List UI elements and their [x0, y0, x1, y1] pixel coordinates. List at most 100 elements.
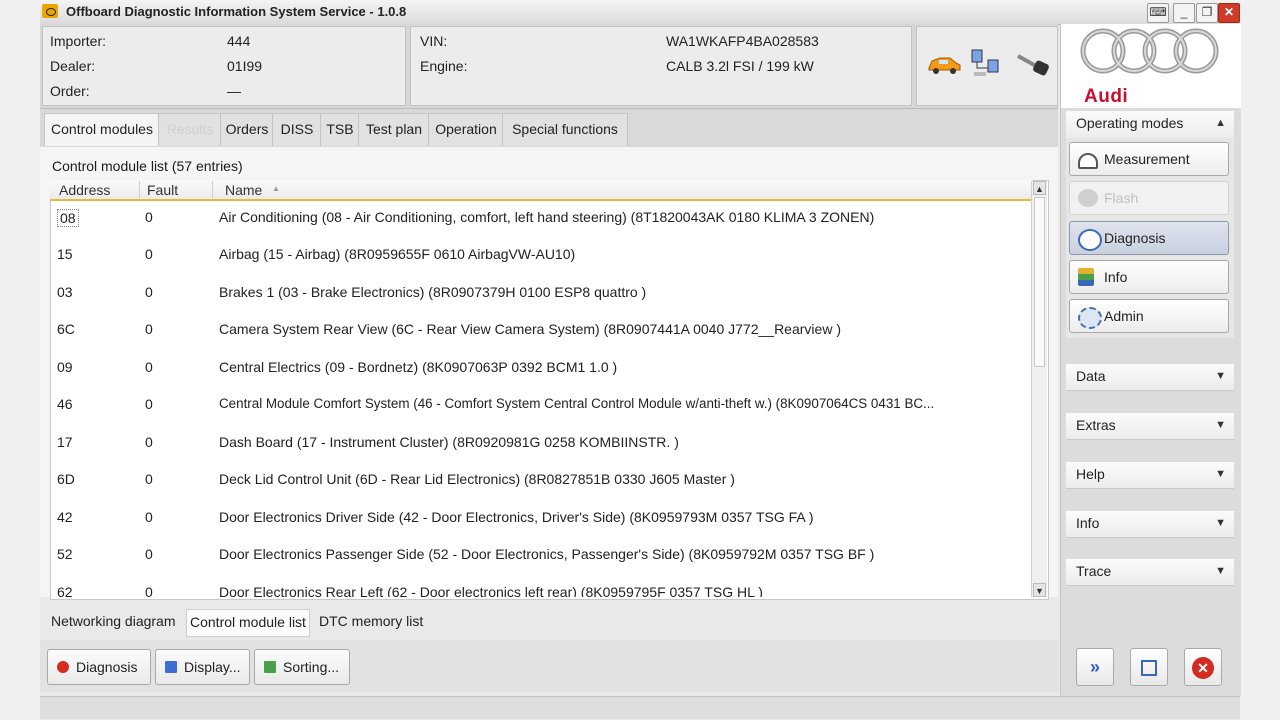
- cell-address: 52: [57, 546, 73, 562]
- minimize-button[interactable]: _: [1173, 3, 1195, 23]
- chevron-down-icon: ▼: [1215, 419, 1226, 431]
- operating-modes-header[interactable]: Operating modes ▲: [1066, 111, 1234, 139]
- scroll-down-arrow-icon[interactable]: ▼: [1033, 583, 1046, 597]
- flash-icon: [1078, 189, 1098, 207]
- stop-icon: [57, 661, 69, 673]
- diagnosis-mode-button[interactable]: Diagnosis: [1069, 221, 1229, 255]
- sorting-button[interactable]: Sorting...: [254, 649, 350, 685]
- cell-name: Deck Lid Control Unit (6D - Rear Lid Ele…: [219, 471, 735, 487]
- tab-diss[interactable]: DISS: [272, 113, 322, 146]
- column-header-address[interactable]: Address: [59, 182, 110, 198]
- section-trace[interactable]: Trace ▼: [1066, 559, 1234, 586]
- cell-fault: 0: [145, 321, 153, 337]
- maximize-button[interactable]: ❐: [1196, 3, 1218, 23]
- tab-results: Results: [158, 113, 222, 146]
- table-row[interactable]: 6D 0 Deck Lid Control Unit (6D - Rear Li…: [51, 461, 1032, 498]
- scroll-up-arrow-icon[interactable]: ▲: [1033, 181, 1046, 195]
- table-row[interactable]: 42 0 Door Electronics Driver Side (42 - …: [51, 499, 1032, 536]
- measurement-button[interactable]: Measurement: [1069, 142, 1229, 176]
- section-data[interactable]: Data ▼: [1066, 364, 1234, 391]
- table-row[interactable]: 08 0 Air Conditioning (08 - Air Conditio…: [51, 199, 1032, 236]
- table-row[interactable]: 6C 0 Camera System Rear View (6C - Rear …: [51, 311, 1032, 348]
- table-row[interactable]: 17 0 Dash Board (17 - Instrument Cluster…: [51, 424, 1032, 461]
- tab-operation[interactable]: Operation: [428, 113, 504, 146]
- screenshot-button[interactable]: [1130, 648, 1168, 686]
- cell-address: 42: [57, 509, 73, 525]
- tab-control-module-list[interactable]: Control module list: [186, 609, 310, 637]
- tab-special-functions[interactable]: Special functions: [502, 113, 628, 146]
- sort-icon: [264, 661, 276, 673]
- cell-address: 15: [57, 246, 73, 262]
- cell-address: 03: [57, 284, 73, 300]
- cell-fault: 0: [145, 471, 153, 487]
- display-button[interactable]: Display...: [155, 649, 250, 685]
- close-window-button[interactable]: ✕: [1218, 3, 1240, 23]
- cell-name: Central Electrics (09 - Bordnetz) (8K090…: [219, 359, 618, 375]
- cell-fault: 0: [145, 246, 153, 262]
- column-header-fault[interactable]: Fault: [147, 182, 178, 198]
- table-row[interactable]: 15 0 Airbag (15 - Airbag) (8R0959655F 06…: [51, 236, 1032, 273]
- cell-address: 08: [57, 209, 79, 227]
- status-bar: [40, 696, 1240, 719]
- tab-test-plan[interactable]: Test plan: [358, 113, 430, 146]
- importer-label: Importer:: [50, 33, 107, 49]
- cell-name: Door Electronics Rear Left (62 - Door el…: [219, 584, 763, 597]
- tab-control-modules[interactable]: Control modules: [44, 113, 160, 146]
- scrollbar-thumb[interactable]: [1034, 197, 1045, 367]
- screenshot-icon: [1141, 660, 1157, 677]
- table-row[interactable]: 46 0 Central Module Comfort System (46 -…: [51, 386, 1032, 423]
- importer-value: 444: [227, 33, 251, 49]
- network-icon: [970, 48, 1004, 83]
- column-divider[interactable]: [212, 181, 213, 198]
- tab-orders[interactable]: Orders: [220, 113, 274, 146]
- cell-fault: 0: [145, 584, 153, 597]
- table-scrollbar[interactable]: ▲ ▼: [1031, 181, 1047, 597]
- table-row[interactable]: 62 0 Door Electronics Rear Left (62 - Do…: [51, 574, 1032, 597]
- display-icon: [165, 661, 177, 673]
- cell-name: Central Module Comfort System (46 - Comf…: [219, 396, 935, 411]
- cell-address: 17: [57, 434, 73, 450]
- table-row[interactable]: 52 0 Door Electronics Passenger Side (52…: [51, 536, 1032, 573]
- admin-button[interactable]: Admin: [1069, 299, 1229, 333]
- section-info[interactable]: Info ▼: [1066, 511, 1234, 538]
- tab-tsb[interactable]: TSB: [320, 113, 360, 146]
- gauge-icon: [1078, 153, 1098, 169]
- flash-button: Flash: [1069, 181, 1229, 215]
- tab-networking-diagram[interactable]: Networking diagram: [48, 609, 179, 635]
- cell-name: Door Electronics Driver Side (42 - Door …: [219, 509, 814, 525]
- engine-label: Engine:: [420, 58, 468, 74]
- chevron-down-icon: ▼: [1215, 565, 1226, 577]
- dealer-label: Dealer:: [50, 58, 96, 74]
- keyboard-icon[interactable]: ⌨: [1147, 3, 1169, 23]
- cell-fault: 0: [145, 359, 153, 375]
- table-row[interactable]: 09 0 Central Electrics (09 - Bordnetz) (…: [51, 349, 1032, 386]
- table-header: [50, 180, 1032, 201]
- cell-address: 46: [57, 396, 73, 412]
- table-row[interactable]: 03 0 Brakes 1 (03 - Brake Electronics) (…: [51, 274, 1032, 311]
- cell-address: 62: [57, 584, 73, 597]
- diagnosis-button[interactable]: Diagnosis: [47, 649, 151, 685]
- order-value: —: [227, 83, 241, 99]
- column-divider[interactable]: [139, 181, 140, 198]
- cell-fault: 0: [145, 396, 153, 412]
- chevron-down-icon: ▼: [1215, 370, 1226, 382]
- column-header-name[interactable]: Name: [225, 182, 262, 198]
- section-help[interactable]: Help ▼: [1066, 462, 1234, 489]
- cell-fault: 0: [145, 546, 153, 562]
- cell-fault: 0: [145, 209, 153, 225]
- exit-button[interactable]: ✕: [1184, 648, 1222, 686]
- chevron-down-icon: ▼: [1215, 517, 1226, 529]
- info-button[interactable]: Info: [1069, 260, 1229, 294]
- app-icon: [42, 4, 58, 18]
- forward-button[interactable]: »: [1076, 648, 1114, 686]
- tab-dtc-memory-list[interactable]: DTC memory list: [316, 609, 426, 635]
- title-bar: Offboard Diagnostic Information System S…: [40, 0, 1240, 25]
- brand-name: Audi: [1084, 86, 1129, 107]
- chevron-down-icon: ▼: [1215, 468, 1226, 480]
- cell-address: 09: [57, 359, 73, 375]
- stethoscope-icon: [1078, 229, 1102, 251]
- close-icon: ✕: [1192, 657, 1214, 680]
- books-icon: [1078, 268, 1094, 286]
- double-chevron-right-icon: »: [1089, 657, 1100, 677]
- section-extras[interactable]: Extras ▼: [1066, 413, 1234, 440]
